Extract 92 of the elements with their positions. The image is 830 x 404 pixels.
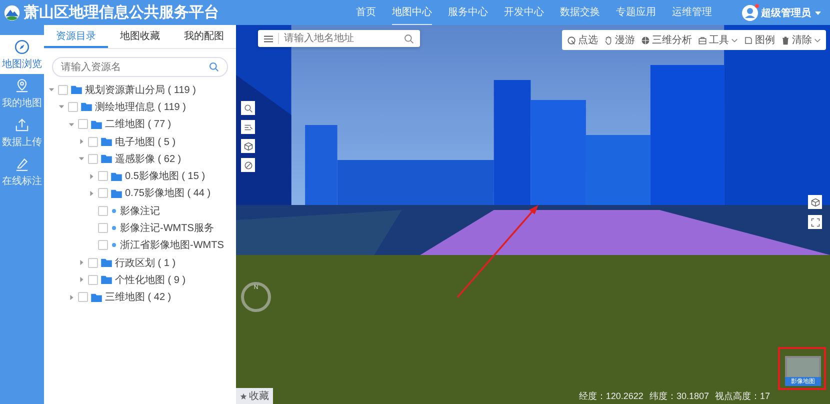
search-button[interactable]	[241, 101, 255, 115]
tree-item-label[interactable]: 浙江省影像地图-WMTS	[120, 238, 224, 252]
folder-icon	[91, 120, 102, 129]
folder-icon	[101, 137, 112, 146]
folder-icon	[101, 258, 112, 268]
map-pin-icon	[14, 78, 30, 94]
expand-arrow-icon[interactable]	[68, 294, 75, 301]
mountain-logo-icon	[4, 4, 20, 20]
tree-item-label[interactable]: 0.5影像地图 ( 15 )	[125, 169, 206, 184]
layer-toggle-button[interactable]	[241, 158, 255, 172]
app-title: 萧山区地理信息公共服务平台	[24, 3, 219, 22]
star-icon	[240, 392, 247, 400]
compass-icon	[14, 39, 30, 55]
layer-dot-icon	[112, 226, 116, 230]
expand-arrow-icon[interactable]	[78, 259, 85, 266]
checkbox[interactable]	[58, 84, 68, 95]
panel-tab[interactable]: 地图收藏	[108, 25, 172, 48]
checkbox[interactable]	[78, 119, 88, 130]
expand-arrow-icon[interactable]	[88, 172, 95, 180]
toolbar-button[interactable]: 三维分析	[641, 33, 692, 47]
legend-icon	[744, 36, 753, 44]
checkbox[interactable]	[98, 171, 108, 182]
tree-item-label[interactable]: 电子地图 ( 5 )	[115, 134, 176, 149]
trash-icon	[781, 36, 790, 44]
folder-icon	[111, 172, 122, 181]
toolbar-button[interactable]: 清除	[781, 33, 821, 47]
resource-search-field[interactable]: 请输入资源名	[61, 62, 209, 72]
layer-dot-icon	[112, 243, 116, 248]
caret-icon	[814, 8, 822, 16]
resource-search-box[interactable]: 请输入资源名	[52, 57, 228, 77]
pointer-icon	[567, 36, 576, 44]
expand-arrow-icon[interactable]	[78, 276, 85, 284]
checkbox[interactable]	[68, 102, 78, 112]
photo-placeholder	[787, 358, 819, 377]
checkbox[interactable]	[78, 292, 88, 302]
toolbar-button[interactable]: 工具	[698, 33, 738, 47]
sidebar-item[interactable]: 地图浏览	[0, 35, 44, 74]
checkbox[interactable]	[98, 240, 108, 250]
folder-icon	[81, 102, 92, 112]
expand-arrow-icon[interactable]	[78, 138, 85, 146]
folder-icon	[71, 85, 82, 94]
favorite-button[interactable]: 收藏	[236, 388, 273, 404]
toolbox-icon	[698, 36, 707, 44]
folder-icon	[101, 154, 112, 164]
annotation-highlight-box	[778, 347, 826, 390]
tree-item-label[interactable]: 0.75影像地图 ( 44 )	[125, 186, 211, 200]
menu-icon	[264, 34, 273, 42]
expand-arrow-icon[interactable]	[78, 155, 85, 162]
panel-tab[interactable]: 资源目录	[44, 25, 108, 48]
status-text: 纬度：30.1807	[649, 390, 709, 403]
expand-arrow-icon[interactable]	[68, 120, 75, 128]
status-text: 经度：120.2622	[578, 390, 644, 403]
fullscreen-button[interactable]	[808, 215, 822, 229]
checkbox[interactable]	[88, 258, 98, 268]
tree-item-label[interactable]: 个性化地图 ( 9 )	[115, 272, 186, 287]
tree-item-label[interactable]: 影像注记-WMTS服务	[120, 221, 214, 236]
tree-item-label[interactable]: 三维地图 ( 42 )	[105, 290, 172, 304]
checkbox[interactable]	[88, 154, 98, 164]
tree-item-label[interactable]: 遥感影像 ( 62 )	[115, 152, 182, 166]
search-icon	[404, 34, 414, 44]
search-icon	[209, 62, 219, 72]
place-search-box[interactable]: 请输入地名地址	[258, 30, 420, 47]
checkbox[interactable]	[88, 136, 98, 147]
checkbox[interactable]	[98, 223, 108, 234]
ruler-lines-icon	[244, 122, 252, 132]
checkbox[interactable]	[98, 206, 108, 216]
expand-arrow-icon[interactable]	[88, 190, 95, 197]
folder-icon	[101, 275, 112, 284]
expand-arrow-icon[interactable]	[58, 103, 65, 110]
measure-button[interactable]	[241, 120, 255, 134]
toolbar-button[interactable]: 点选	[567, 33, 598, 47]
layer-dot-icon	[112, 208, 116, 213]
hand-icon	[604, 36, 613, 44]
pen-icon	[14, 156, 30, 172]
cube-button[interactable]	[241, 139, 255, 153]
status-text: 视点高度：17	[714, 390, 770, 403]
folder-icon	[91, 292, 102, 302]
globe-icon	[641, 36, 650, 44]
toolbar-button[interactable]: 图例	[744, 33, 775, 47]
checkbox[interactable]	[98, 188, 108, 198]
tree-item-label[interactable]: 测绘地理信息 ( 119 )	[95, 100, 186, 114]
tree-item-label[interactable]: 规划资源萧山分局 ( 119 )	[85, 82, 196, 97]
expand-arrow-icon[interactable]	[48, 86, 55, 94]
tree-item-label[interactable]: 行政区划 ( 1 )	[115, 256, 176, 270]
cube-button[interactable]	[808, 195, 822, 209]
folder-icon	[111, 188, 122, 198]
panel-tab[interactable]: 我的配图	[172, 25, 236, 48]
checkbox[interactable]	[88, 274, 98, 285]
tree-item-label[interactable]: 影像注记	[120, 204, 160, 218]
upload-icon	[14, 117, 30, 133]
tree-item-label[interactable]: 二维地图 ( 77 )	[105, 117, 172, 132]
toolbar-button[interactable]: 漫游	[604, 33, 635, 47]
